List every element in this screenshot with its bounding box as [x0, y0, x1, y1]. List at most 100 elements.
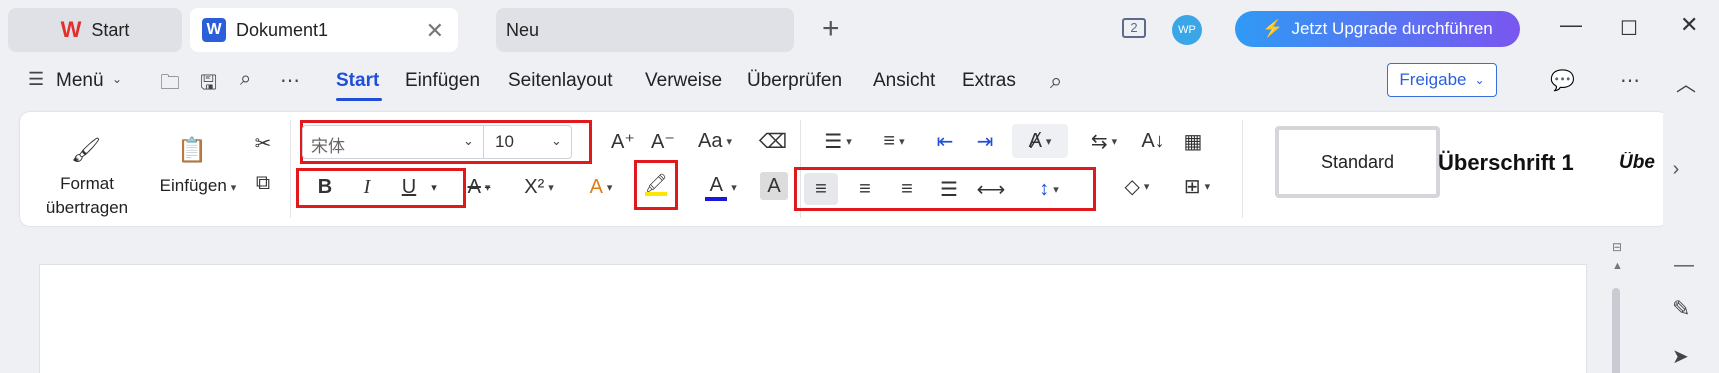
open-folder-icon[interactable]: 🗀 — [160, 68, 180, 102]
tab-verweise[interactable]: Verweise — [645, 70, 722, 92]
close-window-icon[interactable]: ✕ — [1680, 12, 1698, 38]
writer-icon: W — [202, 18, 226, 42]
chevron-down-icon[interactable]: ⌄ — [551, 133, 562, 149]
styles-next-icon[interactable]: › — [1663, 112, 1689, 226]
style-heading-2[interactable]: Übe — [1619, 152, 1661, 174]
style-standard[interactable]: Standard — [1275, 126, 1440, 198]
chevron-down-icon[interactable]: ⌄ — [112, 72, 122, 86]
cursor-icon[interactable]: ➤ — [1672, 344, 1689, 369]
share-label: Freigabe — [1399, 70, 1467, 89]
strikethrough-button[interactable]: A ▾ — [452, 172, 506, 202]
side-panel: — ✎ ➤ — [1650, 230, 1719, 373]
window-count-icon[interactable]: 2 — [1122, 18, 1146, 38]
document-area: ⊟ ▲ — [0, 230, 1719, 373]
tab-einfuegen[interactable]: Einfügen — [405, 70, 480, 92]
tab-seitenlayout[interactable]: Seitenlayout — [508, 70, 613, 92]
chevron-down-icon: ⌄ — [1474, 73, 1485, 87]
more-icon[interactable]: ⋯ — [280, 68, 300, 93]
tab-ansicht[interactable]: Ansicht — [873, 70, 935, 92]
tab-new-label: Neu — [506, 19, 540, 40]
font-color-icon: A — [705, 174, 728, 201]
paste-label: Einfügen — [159, 176, 227, 195]
save-icon[interactable]: 🖫 — [200, 68, 217, 102]
active-tab-indicator — [336, 98, 382, 101]
underline-button[interactable]: U — [394, 172, 424, 202]
divider — [483, 126, 484, 158]
comment-icon[interactable]: 💬 — [1550, 68, 1575, 93]
numbered-list-icon[interactable]: ≡ ▾ — [872, 126, 916, 156]
lightning-icon: ⚡ — [1262, 19, 1284, 38]
pen-icon[interactable]: ✎ — [1672, 296, 1690, 322]
close-tab-icon[interactable]: ✕ — [426, 18, 444, 44]
align-center-icon[interactable]: ≡ — [848, 173, 882, 205]
superscript-label: X² — [524, 175, 545, 198]
shading-icon[interactable]: ◇ ▾ — [1112, 170, 1162, 202]
highlighter-icon: 🖍 — [645, 173, 667, 196]
tab-start-ribbon[interactable]: Start — [336, 70, 379, 92]
chevron-down-icon[interactable]: ⌄ — [463, 133, 474, 149]
tab-extras[interactable]: Extras — [962, 70, 1016, 92]
tab-ueberpruefen[interactable]: Überprüfen — [747, 70, 842, 92]
align-left-icon[interactable]: ≡ — [804, 173, 838, 205]
distribute-icon[interactable]: ⟷ — [974, 173, 1008, 205]
upgrade-label: Jetzt Upgrade durchführen — [1291, 19, 1493, 38]
tab-document[interactable]: W Dokument1 ✕ — [190, 8, 458, 52]
search-icon[interactable]: ⌕ — [1050, 68, 1062, 94]
highlight-color-button[interactable]: 🖍 — [638, 166, 674, 202]
increase-indent-icon[interactable]: ⇥ — [970, 126, 1000, 156]
scroll-up-icon[interactable]: ▲ — [1612, 260, 1623, 272]
decrease-indent-icon[interactable]: ⇤ — [930, 126, 960, 156]
format-painter-label-1: Format — [60, 174, 114, 193]
border-icon[interactable]: ⊞ ▾ — [1172, 170, 1222, 202]
minimize-panel-icon[interactable]: — — [1674, 254, 1694, 277]
tab-new[interactable]: Neu — [496, 8, 794, 52]
align-right-icon[interactable]: ≡ — [890, 173, 924, 205]
font-color-button[interactable]: A ▾ — [694, 170, 748, 204]
clear-format-icon[interactable]: ⌫ — [758, 126, 788, 156]
sort-icon[interactable]: A↓ — [1138, 126, 1168, 156]
share-button[interactable]: Freigabe ⌄ — [1387, 63, 1497, 97]
swap-icon[interactable]: ⇆ ▾ — [1082, 126, 1126, 156]
font-size-value[interactable]: 10 — [495, 132, 514, 152]
format-painter-button[interactable]: Format übertragen — [42, 172, 132, 220]
minimize-icon[interactable]: — — [1560, 12, 1582, 38]
hamburger-icon[interactable]: ☰ — [28, 69, 44, 90]
collapse-ribbon-icon[interactable]: ︿ — [1676, 68, 1696, 97]
menu-bar: ☰ Menü ⌄ 🗀 🖫 ⌕ ⋯ Start Einfügen Seitenla… — [0, 58, 1719, 108]
chevron-down-icon[interactable]: ▾ — [424, 172, 444, 202]
style-standard-label: Standard — [1320, 151, 1395, 172]
line-spacing-icon[interactable]: ↕ ▾ — [1022, 173, 1076, 205]
bullet-list-icon[interactable]: ☰ ▾ — [816, 126, 860, 156]
more-options-icon[interactable]: ⋯ — [1620, 68, 1640, 93]
copy-icon[interactable]: ⧉ — [248, 168, 278, 198]
bold-button[interactable]: B — [310, 172, 340, 202]
upgrade-button[interactable]: ⚡ Jetzt Upgrade durchführen — [1235, 11, 1520, 47]
tab-start-label: Start — [91, 19, 130, 40]
document-page[interactable] — [39, 264, 1587, 373]
menu-button[interactable]: Menü — [56, 70, 104, 92]
tab-start[interactable]: W Start — [8, 8, 182, 52]
shrink-font-icon[interactable]: A⁻ — [648, 126, 678, 156]
table-borders-icon[interactable]: ▦ — [1178, 126, 1208, 156]
grow-font-icon[interactable]: A⁺ — [608, 126, 638, 156]
italic-button[interactable]: I — [352, 172, 382, 202]
avatar[interactable]: WP — [1172, 15, 1202, 45]
style-heading-1[interactable]: Überschrift 1 — [1438, 150, 1574, 176]
ruler-toggle-icon[interactable]: ⊟ — [1612, 240, 1622, 254]
char-shading-icon[interactable]: A — [760, 172, 788, 200]
paint-icon[interactable]: ⌕ — [240, 68, 251, 91]
cut-icon[interactable]: ✂ — [248, 128, 278, 158]
wps-logo-icon: W — [60, 17, 82, 42]
add-tab-icon[interactable]: + — [822, 12, 840, 46]
format-painter-icon[interactable]: 🖌 — [66, 134, 106, 166]
text-direction-icon[interactable]: Ⱥ ▾ — [1012, 124, 1068, 158]
text-effect-button[interactable]: A ▾ — [574, 172, 628, 202]
paste-icon[interactable]: 📋 — [172, 134, 212, 166]
maximize-icon[interactable]: ☐ — [1620, 16, 1638, 41]
justify-icon[interactable]: ☰ — [932, 173, 966, 205]
font-selector[interactable]: 宋体 ⌄ 10 ⌄ — [302, 125, 572, 159]
paste-button[interactable]: Einfügen ▾ — [148, 174, 248, 200]
superscript-button[interactable]: X² ▾ — [512, 172, 566, 202]
vertical-scrollbar[interactable] — [1612, 288, 1620, 373]
change-case-icon[interactable]: Aa ▾ — [690, 126, 740, 156]
